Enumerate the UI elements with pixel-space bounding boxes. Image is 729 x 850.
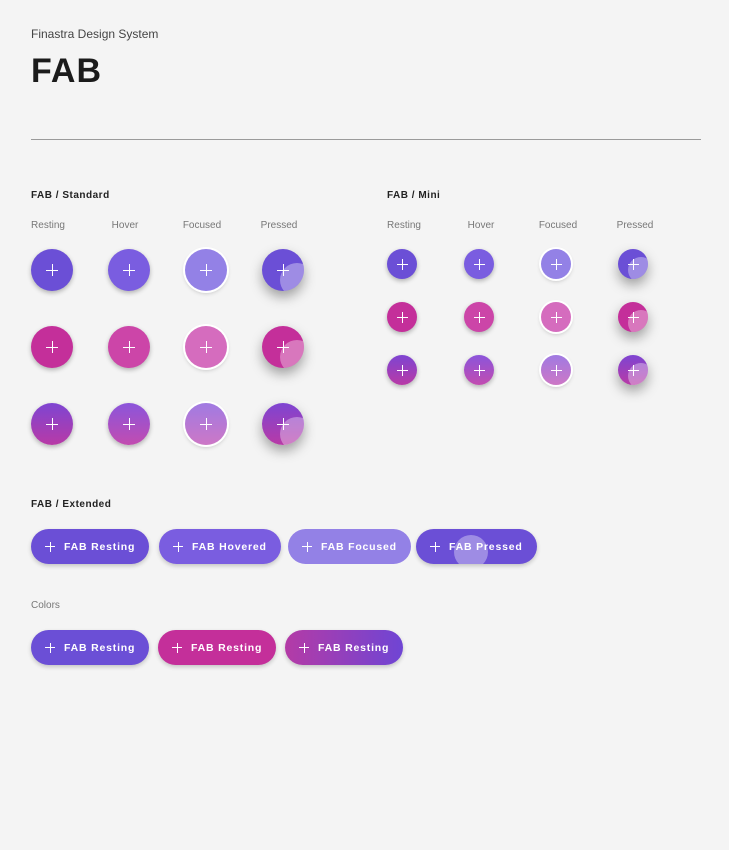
fab-mini-magenta-hover[interactable] [464,302,494,332]
plus-icon [172,642,182,653]
fab-mini-purple-focused[interactable] [541,249,571,279]
plus-icon [123,264,135,276]
fab-standard-gradient-resting[interactable] [31,403,73,445]
mini-state-hover: Hover [467,220,495,231]
plus-icon [277,264,289,276]
fab-mini-gradient-pressed[interactable] [618,355,648,385]
plus-icon [123,418,135,430]
fab-mini-gradient-focused[interactable] [541,355,571,385]
plus-icon [200,264,212,276]
plus-icon [45,642,55,653]
fab-mini-purple-hover[interactable] [464,249,494,279]
fab-extended-focused-label: FAB Focused [321,540,397,553]
fab-mini-gradient-hover[interactable] [464,355,494,385]
fab-standard-magenta-focused[interactable] [185,326,227,368]
fab-mini-purple-pressed[interactable] [618,249,648,279]
fab-color-magenta[interactable]: FAB Resting [158,630,277,665]
plus-icon [302,541,312,552]
fab-color-gradient[interactable]: FAB Resting [285,630,404,665]
plus-icon [173,541,183,552]
plus-icon [277,341,289,353]
standard-state-resting: Resting [31,220,65,231]
standard-state-hover: Hover [111,220,139,231]
plus-icon [396,258,408,270]
plus-icon [627,258,639,270]
fab-standard-gradient-hover[interactable] [108,403,150,445]
fab-extended-resting-label: FAB Resting [64,540,136,553]
plus-icon [299,642,309,653]
plus-icon [550,364,562,376]
plus-icon [200,341,212,353]
fab-mini-magenta-pressed[interactable] [618,302,648,332]
fab-standard-purple-focused[interactable] [185,249,227,291]
fab-standard-gradient-pressed[interactable] [262,403,304,445]
mini-state-resting: Resting [387,220,421,231]
fab-mini-purple-resting[interactable] [387,249,417,279]
fab-extended-focused[interactable]: FAB Focused [288,529,411,564]
fab-standard-purple-pressed[interactable] [262,249,304,291]
fab-color-purple[interactable]: FAB Resting [31,630,150,665]
page-subtitle: Finastra Design System [31,27,159,41]
plus-icon [46,418,58,430]
page-title: FAB [31,52,102,90]
fab-mini-magenta-resting[interactable] [387,302,417,332]
plus-icon [473,311,485,323]
standard-state-pressed: Pressed [260,220,298,231]
mini-state-focused: Focused [538,220,578,231]
plus-icon [627,311,639,323]
plus-icon [123,341,135,353]
fab-standard-gradient-focused[interactable] [185,403,227,445]
fab-color-gradient-label: FAB Resting [318,641,390,654]
fab-mini-magenta-focused[interactable] [541,302,571,332]
mini-section-title: FAB / Mini [387,190,441,201]
fab-extended-hovered[interactable]: FAB Hovered [159,529,281,564]
fab-mini-gradient-resting[interactable] [387,355,417,385]
standard-state-focused: Focused [182,220,222,231]
fab-extended-pressed-label: FAB Pressed [449,540,523,553]
plus-icon [45,541,55,552]
colors-section-title: Colors [31,600,60,611]
fab-standard-magenta-pressed[interactable] [262,326,304,368]
header-divider [31,139,701,140]
plus-icon [627,364,639,376]
plus-icon [46,341,58,353]
fab-standard-magenta-hover[interactable] [108,326,150,368]
fab-extended-resting[interactable]: FAB Resting [31,529,150,564]
fab-standard-magenta-resting[interactable] [31,326,73,368]
fab-color-purple-label: FAB Resting [64,641,136,654]
plus-icon [473,364,485,376]
fab-extended-hovered-label: FAB Hovered [192,540,267,553]
standard-section-title: FAB / Standard [31,190,110,201]
fab-color-magenta-label: FAB Resting [191,641,263,654]
plus-icon [550,258,562,270]
plus-icon [396,311,408,323]
plus-icon [200,418,212,430]
mini-state-pressed: Pressed [616,220,654,231]
plus-icon [277,418,289,430]
fab-standard-purple-hover[interactable] [108,249,150,291]
plus-icon [46,264,58,276]
plus-icon [430,541,440,552]
plus-icon [396,364,408,376]
extended-section-title: FAB / Extended [31,499,112,510]
fab-extended-pressed[interactable]: FAB Pressed [416,529,537,564]
plus-icon [550,311,562,323]
fab-standard-purple-resting[interactable] [31,249,73,291]
plus-icon [473,258,485,270]
